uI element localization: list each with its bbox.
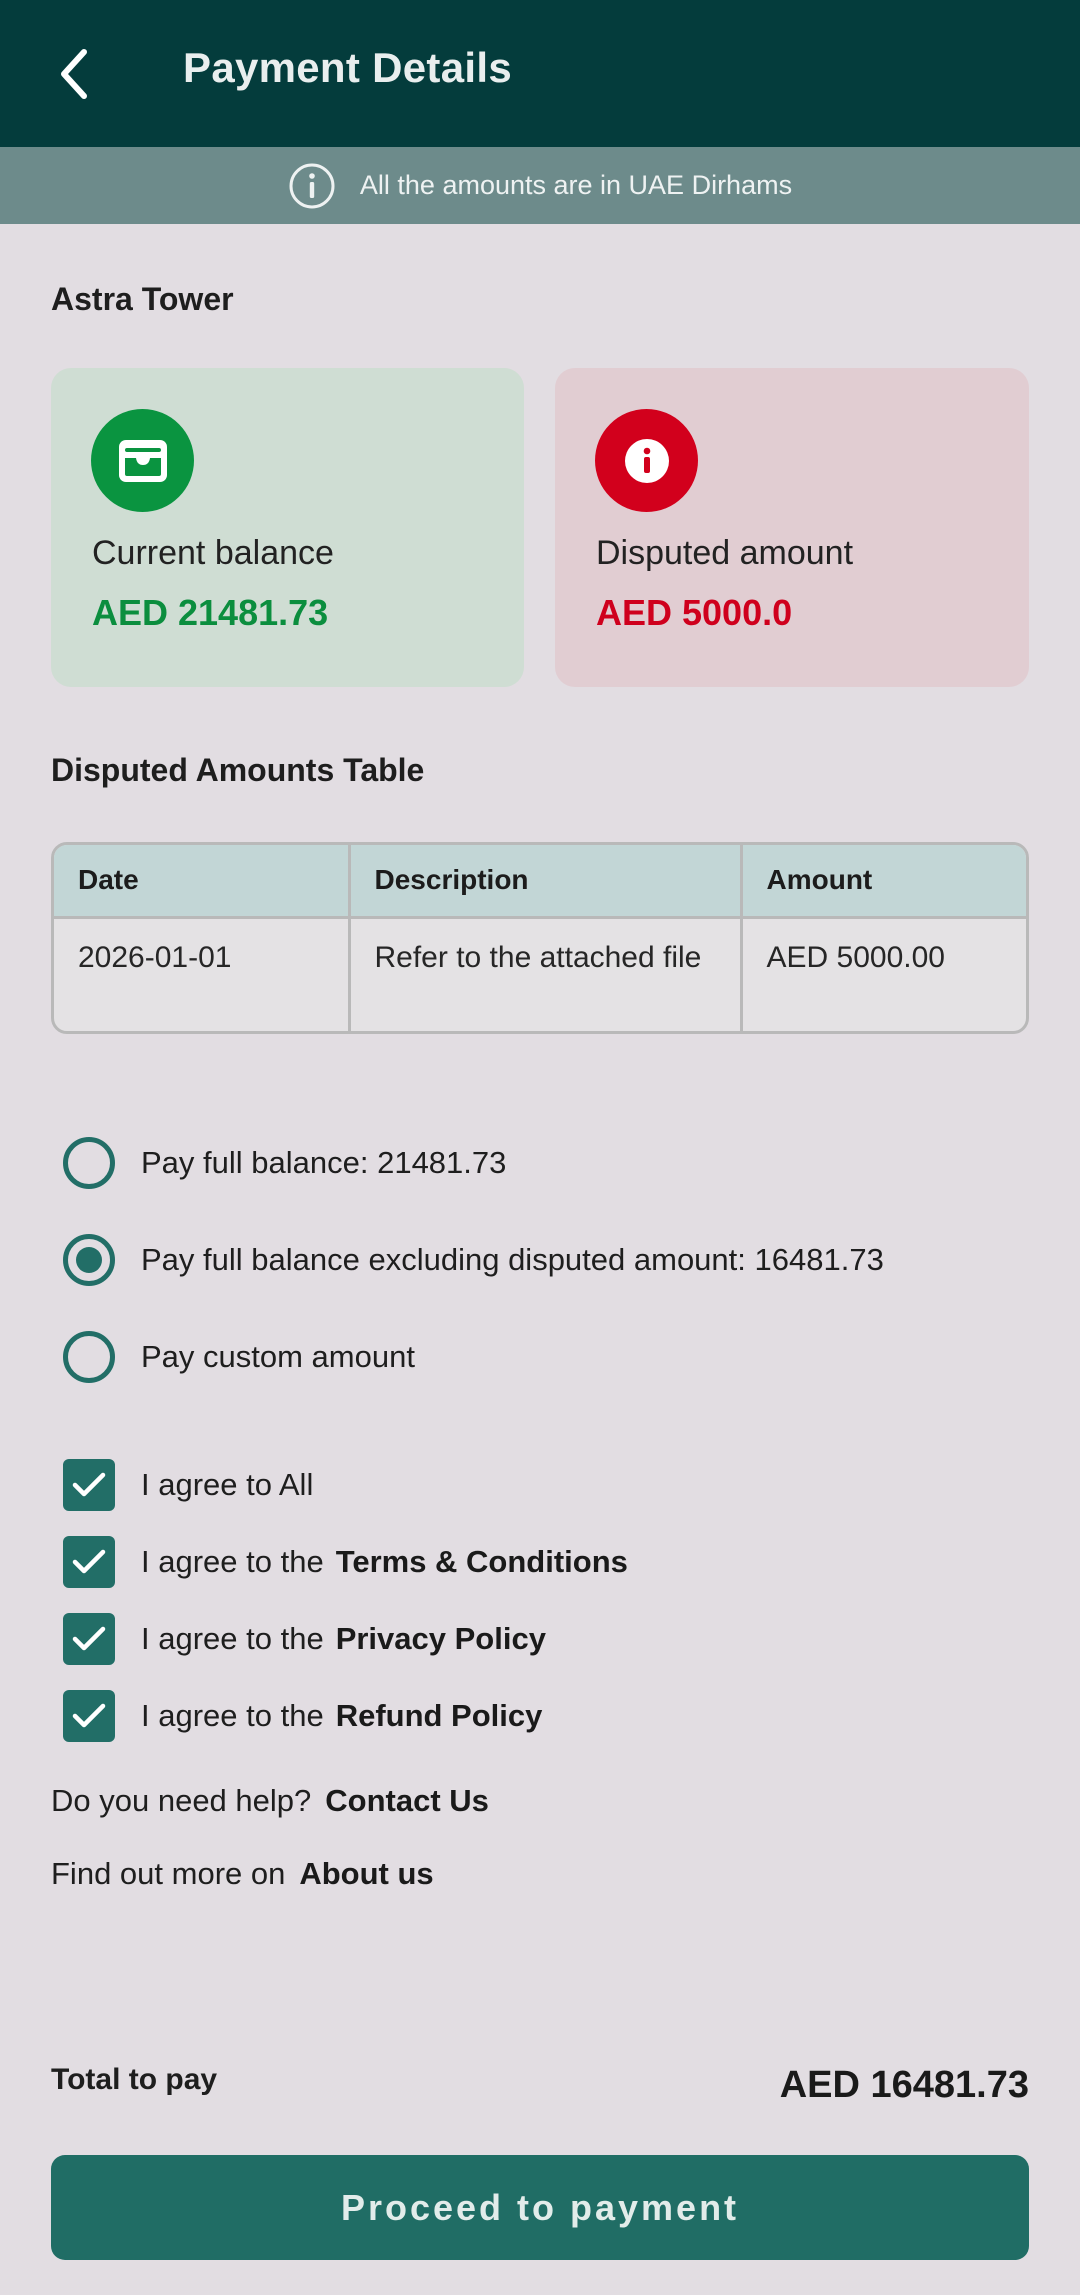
contact-us-link[interactable]: Contact Us [325,1783,489,1819]
agree-all-row: I agree to All [63,1458,313,1512]
agree-terms-checkbox[interactable] [63,1536,115,1588]
check-icon [72,1703,106,1728]
page-title: Payment Details [183,44,512,91]
disputed-amount-label: Disputed amount [596,534,854,572]
table-cell-date: 2026-01-01 [54,917,351,1031]
privacy-policy-link[interactable]: Privacy Policy [336,1621,546,1657]
info-icon [595,409,698,512]
wallet-icon [91,409,194,512]
help-question: Do you need help? [51,1783,312,1818]
radio-button[interactable] [63,1137,115,1189]
check-icon [72,1472,106,1497]
currency-info-banner: All the amounts are in UAE Dirhams [0,147,1080,224]
pay-custom-amount-option[interactable]: Pay custom amount [63,1329,415,1385]
total-label: Total to pay [51,2063,218,2096]
agree-prefix-label: I agree to the [141,1698,324,1733]
agree-terms-row: I agree to the Terms & Conditions [63,1535,628,1589]
agree-refund-checkbox[interactable] [63,1690,115,1742]
current-balance-label: Current balance [92,534,334,572]
terms-conditions-link[interactable]: Terms & Conditions [336,1544,628,1580]
agree-prefix-label: I agree to the [141,1544,324,1579]
property-name: Astra Tower [51,281,234,317]
chevron-left-icon [61,49,87,99]
agree-privacy-checkbox[interactable] [63,1613,115,1665]
info-icon [289,163,335,208]
check-icon [72,1549,106,1574]
total-value: AED 16481.73 [779,2064,1029,2106]
table-header-row: Date Description Amount [54,845,1026,919]
current-balance-value: AED 21481.73 [92,592,329,633]
proceed-to-payment-button[interactable]: Proceed to payment [51,2155,1029,2260]
find-out-more-text: Find out more on [51,1856,286,1891]
proceed-button-label: Proceed to payment [340,2186,740,2228]
banner-text: All the amounts are in UAE Dirhams [359,170,793,200]
option-label: Pay custom amount [141,1339,415,1374]
about-row: Find out more on About us [51,1856,434,1892]
table-row: 2026-01-01 Refer to the attached file AE… [54,917,1026,1031]
option-label: Pay full balance excluding disputed amou… [141,1242,884,1277]
table-cell-amount: AED 5000.00 [766,940,945,974]
disputed-amount-card: Disputed amount AED 5000.0 [555,368,1029,687]
disputed-table-title: Disputed Amounts Table [51,752,425,788]
agree-prefix-label: I agree to the [141,1621,324,1656]
refund-policy-link[interactable]: Refund Policy [336,1698,543,1734]
about-us-link[interactable]: About us [299,1856,433,1892]
pay-excluding-disputed-option[interactable]: Pay full balance excluding disputed amou… [63,1232,884,1288]
table-cell-description: Refer to the attached file [349,917,743,1031]
agree-refund-row: I agree to the Refund Policy [63,1689,542,1743]
column-header-description: Description [349,845,743,919]
disputed-amount-value: AED 5000.0 [596,592,793,633]
agree-all-label: I agree to All [141,1467,314,1502]
check-icon [72,1626,106,1651]
current-balance-card: Current balance AED 21481.73 [51,368,524,687]
option-label: Pay full balance: 21481.73 [141,1145,507,1180]
app-bar: Payment Details [0,0,1080,147]
radio-button-selected[interactable] [63,1234,115,1286]
column-header-date: Date [54,845,351,919]
agree-privacy-row: I agree to the Privacy Policy [63,1612,546,1666]
help-row: Do you need help? Contact Us [51,1783,489,1819]
agree-all-checkbox[interactable] [63,1459,115,1511]
pay-full-balance-option[interactable]: Pay full balance: 21481.73 [63,1135,506,1191]
back-button[interactable] [44,40,104,108]
disputed-amounts-table: Date Description Amount 2026-01-01 Refer… [51,842,1029,1034]
radio-button[interactable] [63,1331,115,1383]
column-header-amount: Amount [741,845,1026,919]
